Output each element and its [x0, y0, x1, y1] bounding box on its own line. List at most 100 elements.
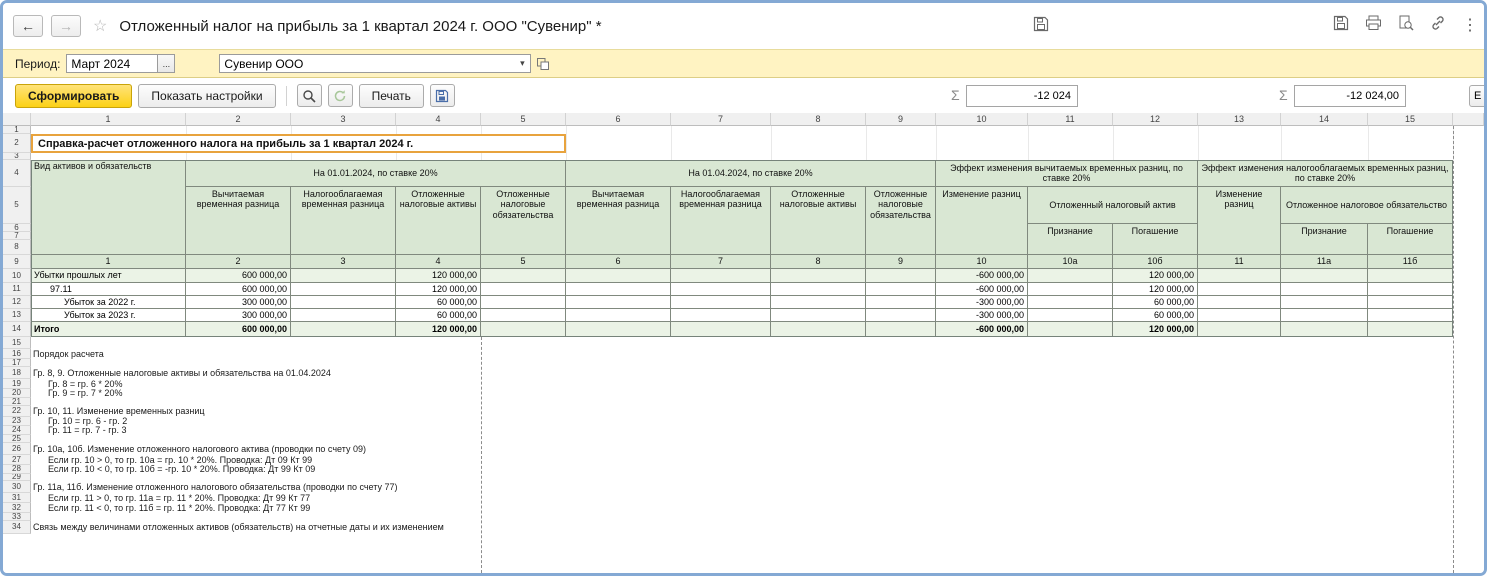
cell[interactable] [1281, 322, 1368, 337]
col-header[interactable]: 8 [771, 113, 866, 126]
cell[interactable]: 120 000,00 [396, 322, 481, 337]
organization-input[interactable] [220, 55, 515, 72]
note-line[interactable]: Гр. 11 = гр. 7 - гр. 3 [31, 426, 1198, 435]
cell[interactable] [866, 309, 936, 322]
row-header[interactable]: 15 [3, 337, 31, 349]
cell[interactable] [566, 269, 671, 283]
cell[interactable] [566, 296, 671, 309]
note-line[interactable]: Гр. 10, 11. Изменение временных разниц [31, 406, 1198, 417]
cell-label[interactable]: Убыток за 2022 г. [31, 296, 186, 309]
cell[interactable]: 60 000,00 [1113, 296, 1198, 309]
forward-button[interactable]: → [51, 15, 81, 37]
col-header[interactable]: 9 [866, 113, 936, 126]
cell[interactable]: 120 000,00 [396, 283, 481, 296]
note-line[interactable]: Если гр. 11 < 0, то гр. 11б = гр. 11 * 2… [31, 503, 1198, 513]
cell[interactable]: -300 000,00 [936, 309, 1028, 322]
cell[interactable]: 300 000,00 [186, 309, 291, 322]
note-line[interactable]: Если гр. 10 < 0, то гр. 10б = -гр. 10 * … [31, 465, 1198, 474]
period-input[interactable] [66, 54, 159, 73]
row-header[interactable]: 32 [3, 503, 31, 513]
more-menu-icon[interactable]: ⋮ [1462, 17, 1478, 34]
cell[interactable]: 300 000,00 [186, 296, 291, 309]
colnum-cell[interactable]: 7 [671, 255, 771, 269]
col-header[interactable]: 6 [566, 113, 671, 126]
cell[interactable]: -600 000,00 [936, 322, 1028, 337]
cell[interactable] [566, 283, 671, 296]
header-group-2[interactable]: На 01.04.2024, по ставке 20% [566, 160, 936, 187]
col-header[interactable]: 14 [1281, 113, 1368, 126]
cell-label[interactable]: Убыток за 2023 г. [31, 309, 186, 322]
period-picker-button[interactable]: ... [158, 54, 176, 73]
cell[interactable] [291, 322, 396, 337]
cell[interactable] [771, 322, 866, 337]
cell[interactable] [671, 296, 771, 309]
cell[interactable] [1281, 296, 1368, 309]
cell[interactable] [481, 283, 566, 296]
cell[interactable]: 600 000,00 [186, 322, 291, 337]
colnum-cell[interactable]: 11 [1198, 255, 1281, 269]
row-header[interactable]: 31 [3, 493, 31, 503]
more-button[interactable]: Е [1469, 85, 1484, 107]
row-header[interactable]: 30 [3, 481, 31, 493]
cell-label[interactable]: Итого [31, 322, 186, 337]
cell[interactable] [671, 283, 771, 296]
colnum-cell[interactable]: 5 [481, 255, 566, 269]
cell[interactable] [866, 269, 936, 283]
col-header[interactable]: 13 [1198, 113, 1281, 126]
header-kind[interactable]: Вид активов и обязательств [31, 160, 186, 255]
print-icon[interactable] [1365, 15, 1382, 36]
row-header[interactable]: 5 [3, 187, 31, 224]
header-sub[interactable]: Признание [1028, 224, 1113, 255]
colnum-cell[interactable]: 6 [566, 255, 671, 269]
cell[interactable]: 120 000,00 [1113, 269, 1198, 283]
row-header[interactable]: 23 [3, 417, 31, 426]
cell[interactable] [1198, 269, 1281, 283]
sum-field-2[interactable] [1294, 85, 1406, 107]
row-header[interactable]: 2 [3, 134, 31, 153]
col-header[interactable]: 2 [186, 113, 291, 126]
header-sub[interactable]: Налогооблагаемая временная разница [291, 187, 396, 255]
cell[interactable] [1028, 296, 1113, 309]
cell[interactable] [1198, 296, 1281, 309]
header-sub[interactable]: Погашение [1113, 224, 1198, 255]
cell[interactable] [566, 322, 671, 337]
generate-button[interactable]: Сформировать [15, 83, 133, 108]
get-link-icon[interactable] [1430, 15, 1446, 36]
cell[interactable] [771, 309, 866, 322]
cell[interactable]: -600 000,00 [936, 269, 1028, 283]
favorite-star-icon[interactable]: ☆ [93, 16, 107, 36]
row-header[interactable]: 29 [3, 474, 31, 481]
cell[interactable] [1368, 296, 1453, 309]
cell[interactable] [1368, 322, 1453, 337]
col-header[interactable]: 7 [671, 113, 771, 126]
header-group-4[interactable]: Эффект изменения налогооблагаемых времен… [1198, 160, 1453, 187]
refresh-button[interactable] [327, 84, 353, 107]
header-sub[interactable]: Отложенные налоговые активы [771, 187, 866, 255]
header-sub[interactable]: Погашение [1368, 224, 1453, 255]
note-line[interactable]: Связь между величинами отложенных активо… [31, 521, 1198, 534]
cell-label[interactable]: 97.11 [31, 283, 186, 296]
sum-field-1[interactable] [966, 85, 1078, 107]
row-header[interactable]: 16 [3, 349, 31, 359]
back-button[interactable]: ← [13, 15, 43, 37]
row-header[interactable]: 7 [3, 232, 31, 240]
note-line[interactable]: Гр. 9 = гр. 7 * 20% [31, 389, 1198, 398]
header-sub[interactable]: Налогооблагаемая временная разница [671, 187, 771, 255]
colnum-cell[interactable]: 10б [1113, 255, 1198, 269]
row-header[interactable]: 19 [3, 379, 31, 389]
cell[interactable] [1281, 283, 1368, 296]
show-settings-button[interactable]: Показать настройки [138, 83, 276, 108]
row-header[interactable]: 14 [3, 322, 31, 337]
cell[interactable] [1368, 309, 1453, 322]
header-sub[interactable]: Отложенные налоговые обязательства [481, 187, 566, 255]
header-sub[interactable]: Вычитаемая временная разница [186, 187, 291, 255]
row-header[interactable]: 34 [3, 521, 31, 534]
corner-cell[interactable] [3, 113, 31, 126]
cell[interactable] [291, 269, 396, 283]
header-sub[interactable]: Отложенное налоговое обязательство [1281, 187, 1453, 224]
row-header[interactable]: 24 [3, 426, 31, 435]
search-button[interactable] [296, 84, 322, 107]
header-group-1[interactable]: На 01.01.2024, по ставке 20% [186, 160, 566, 187]
col-header[interactable]: 3 [291, 113, 396, 126]
col-header[interactable]: 11 [1028, 113, 1113, 126]
